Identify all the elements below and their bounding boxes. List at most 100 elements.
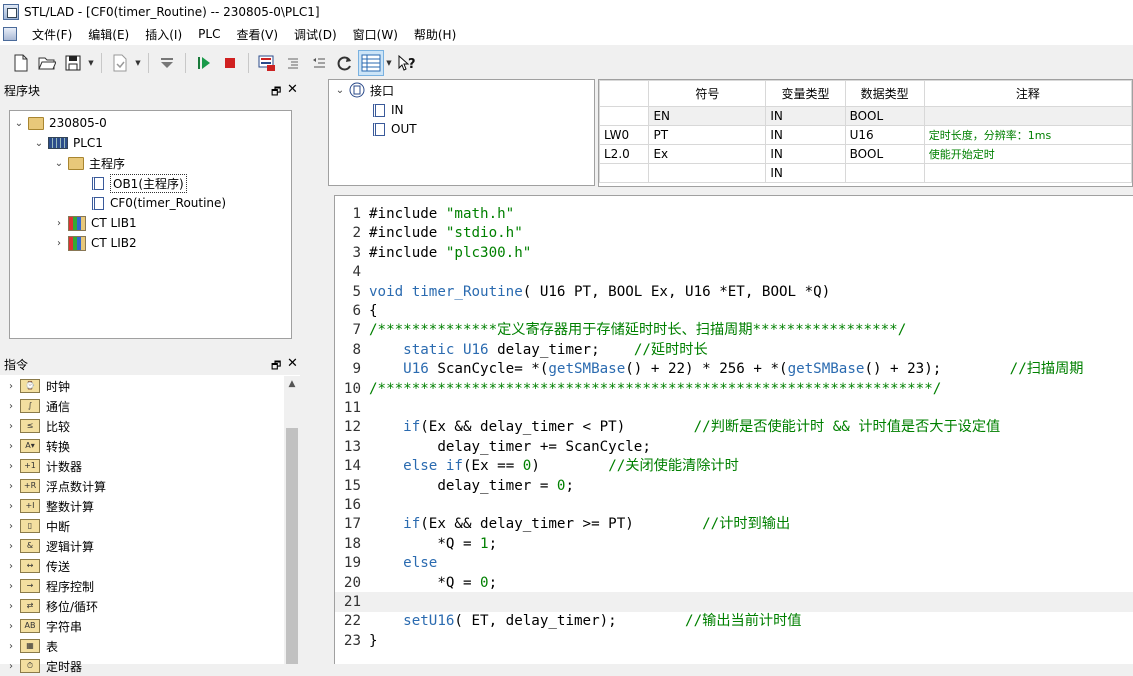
- code-line[interactable]: 11: [335, 398, 1133, 418]
- instruction-category[interactable]: › & 逻辑计算: [6, 536, 94, 556]
- col-comment[interactable]: 注释: [923, 80, 1132, 107]
- menu-insert[interactable]: 插入(I): [137, 26, 190, 43]
- cell-comment[interactable]: [923, 106, 1132, 126]
- code-editor[interactable]: 1 #include "math.h" 2 #include "stdio.h" 3 #i…: [334, 195, 1133, 664]
- cell-symbol[interactable]: PT: [648, 125, 767, 145]
- expand-icon[interactable]: ›: [6, 581, 16, 592]
- code-line[interactable]: 22 setU16( ET, delay_timer); //输出当前计时值: [335, 611, 1133, 631]
- expand-icon[interactable]: ›: [6, 601, 16, 612]
- code-line[interactable]: 16: [335, 495, 1133, 515]
- code-line[interactable]: 4: [335, 262, 1133, 282]
- filter-icon[interactable]: [154, 50, 180, 76]
- monitor-icon[interactable]: [254, 50, 280, 76]
- instruction-category[interactable]: › AB 字符串: [6, 616, 82, 636]
- code-line[interactable]: 18 *Q = 1;: [335, 534, 1133, 554]
- tree-node-ct-lib1[interactable]: › CT LIB1: [54, 213, 137, 233]
- menu-edit[interactable]: 编辑(E): [80, 26, 137, 43]
- pin-icon[interactable]: 🗗: [271, 357, 281, 376]
- save-icon[interactable]: [60, 50, 86, 76]
- collapse-icon[interactable]: ⌄: [54, 158, 64, 169]
- instruction-category[interactable]: › ↔ 传送: [6, 556, 70, 576]
- menu-view[interactable]: 查看(V): [228, 26, 286, 43]
- expand-icon[interactable]: ›: [6, 461, 16, 472]
- instruction-category[interactable]: › ≤ 比较: [6, 416, 70, 436]
- cell-data-type[interactable]: BOOL: [844, 106, 925, 126]
- instruction-scrollbar[interactable]: ▲: [284, 376, 300, 664]
- interface-in[interactable]: IN: [373, 100, 404, 120]
- expand-icon[interactable]: ›: [6, 401, 16, 412]
- code-line[interactable]: 3 #include "plc300.h": [335, 243, 1133, 263]
- pin-icon[interactable]: 🗗: [271, 83, 281, 102]
- cell-data-type[interactable]: BOOL: [844, 144, 925, 164]
- tree-node-project[interactable]: ⌄ 230805-0: [14, 113, 107, 133]
- menu-file[interactable]: 文件(F): [24, 26, 80, 43]
- cell-symbol[interactable]: [648, 163, 767, 183]
- collapse-icon[interactable]: ⌄: [14, 118, 24, 129]
- expand-icon[interactable]: ›: [6, 641, 16, 652]
- cell-data-type[interactable]: U16: [844, 125, 925, 145]
- expand-icon[interactable]: ›: [54, 238, 64, 249]
- code-line[interactable]: 6{: [335, 301, 1133, 321]
- close-icon[interactable]: ✕: [287, 82, 298, 97]
- collapse-icon[interactable]: ⌄: [34, 138, 44, 149]
- instruction-category[interactable]: › ▯ 中断: [6, 516, 70, 536]
- code-line[interactable]: 5 void timer_Routine( U16 PT, BOOL Ex, U1…: [335, 282, 1133, 302]
- code-line[interactable]: 15 delay_timer = 0;: [335, 476, 1133, 496]
- table-row[interactable]: L2.0 Ex IN BOOL 使能开始定时: [599, 144, 1132, 164]
- expand-icon[interactable]: ›: [6, 481, 16, 492]
- cell-var-type[interactable]: IN: [765, 125, 846, 145]
- instruction-category[interactable]: › ∫ 通信: [6, 396, 70, 416]
- cell-comment[interactable]: [923, 163, 1132, 183]
- scroll-up-icon[interactable]: ▲: [284, 379, 300, 389]
- col-symbol[interactable]: 符号: [648, 80, 767, 107]
- code-line[interactable]: 23}: [335, 631, 1133, 651]
- tree-node-ct-lib2[interactable]: › CT LIB2: [54, 233, 137, 253]
- code-line[interactable]: 9 U16 ScanCycle= *(getSMBase() + 22) * 2…: [335, 359, 1133, 379]
- code-line[interactable]: 21: [335, 592, 1133, 612]
- refresh-icon[interactable]: [332, 50, 358, 76]
- menu-plc[interactable]: PLC: [190, 27, 228, 41]
- instruction-category[interactable]: › ⌚ 时钟: [6, 376, 70, 396]
- context-help-icon[interactable]: ?: [394, 50, 420, 76]
- stop-icon[interactable]: [217, 50, 243, 76]
- cell-comment[interactable]: 使能开始定时: [923, 144, 1132, 164]
- menu-help[interactable]: 帮助(H): [406, 26, 464, 43]
- instruction-category[interactable]: › +I 整数计算: [6, 496, 94, 516]
- code-line[interactable]: 8 static U16 delay_timer; //延时时长: [335, 340, 1133, 360]
- expand-icon[interactable]: ›: [6, 621, 16, 632]
- tree-node-ob1[interactable]: OB1(主程序): [92, 173, 187, 193]
- expand-icon[interactable]: ›: [6, 521, 16, 532]
- document-menu-icon[interactable]: [3, 27, 17, 41]
- cell-var-type[interactable]: IN: [765, 106, 846, 126]
- interface-out[interactable]: OUT: [373, 119, 417, 139]
- code-line[interactable]: 10 /*************************************…: [335, 379, 1133, 399]
- tree-node-plc[interactable]: ⌄ PLC1: [34, 133, 103, 153]
- export-icon[interactable]: [107, 50, 133, 76]
- col-data-type[interactable]: 数据类型: [844, 80, 925, 107]
- cell-symbol[interactable]: Ex: [648, 144, 767, 164]
- instruction-category[interactable]: › +R 浮点数计算: [6, 476, 106, 496]
- expand-icon[interactable]: ›: [6, 441, 16, 452]
- expand-icon[interactable]: ›: [6, 501, 16, 512]
- table-row[interactable]: LW0 PT IN U16 定时长度，分辨率：1ms: [599, 125, 1132, 145]
- save-dropdown-icon[interactable]: ▼: [86, 59, 96, 67]
- code-line[interactable]: 12 if(Ex && delay_timer < PT) //判断是否使能计时…: [335, 417, 1133, 437]
- expand-icon[interactable]: ›: [54, 218, 64, 229]
- table-view-icon[interactable]: [358, 50, 384, 76]
- scroll-thumb[interactable]: [286, 428, 298, 664]
- cell-var-type[interactable]: IN: [765, 144, 846, 164]
- menu-window[interactable]: 窗口(W): [345, 26, 406, 43]
- close-icon[interactable]: ✕: [287, 356, 298, 371]
- cell-comment[interactable]: 定时长度，分辨率：1ms: [923, 125, 1132, 145]
- cell-var-type[interactable]: IN: [765, 163, 846, 183]
- instruction-category[interactable]: › → 程序控制: [6, 576, 94, 596]
- expand-icon[interactable]: ›: [6, 561, 16, 572]
- expand-icon[interactable]: ›: [6, 541, 16, 552]
- expand-icon[interactable]: ›: [6, 381, 16, 392]
- instruction-category[interactable]: › ▦ 表: [6, 636, 58, 656]
- table-row[interactable]: IN: [599, 163, 1132, 183]
- code-line[interactable]: 7 /**************定义寄存器用于存储延时时长、扫描周期******…: [335, 320, 1133, 340]
- code-line[interactable]: 17 if(Ex && delay_timer >= PT) //计时到输出: [335, 514, 1133, 534]
- collapse-icon[interactable]: ⌄: [335, 85, 345, 96]
- interface-root[interactable]: ⌄ 接口: [335, 80, 394, 100]
